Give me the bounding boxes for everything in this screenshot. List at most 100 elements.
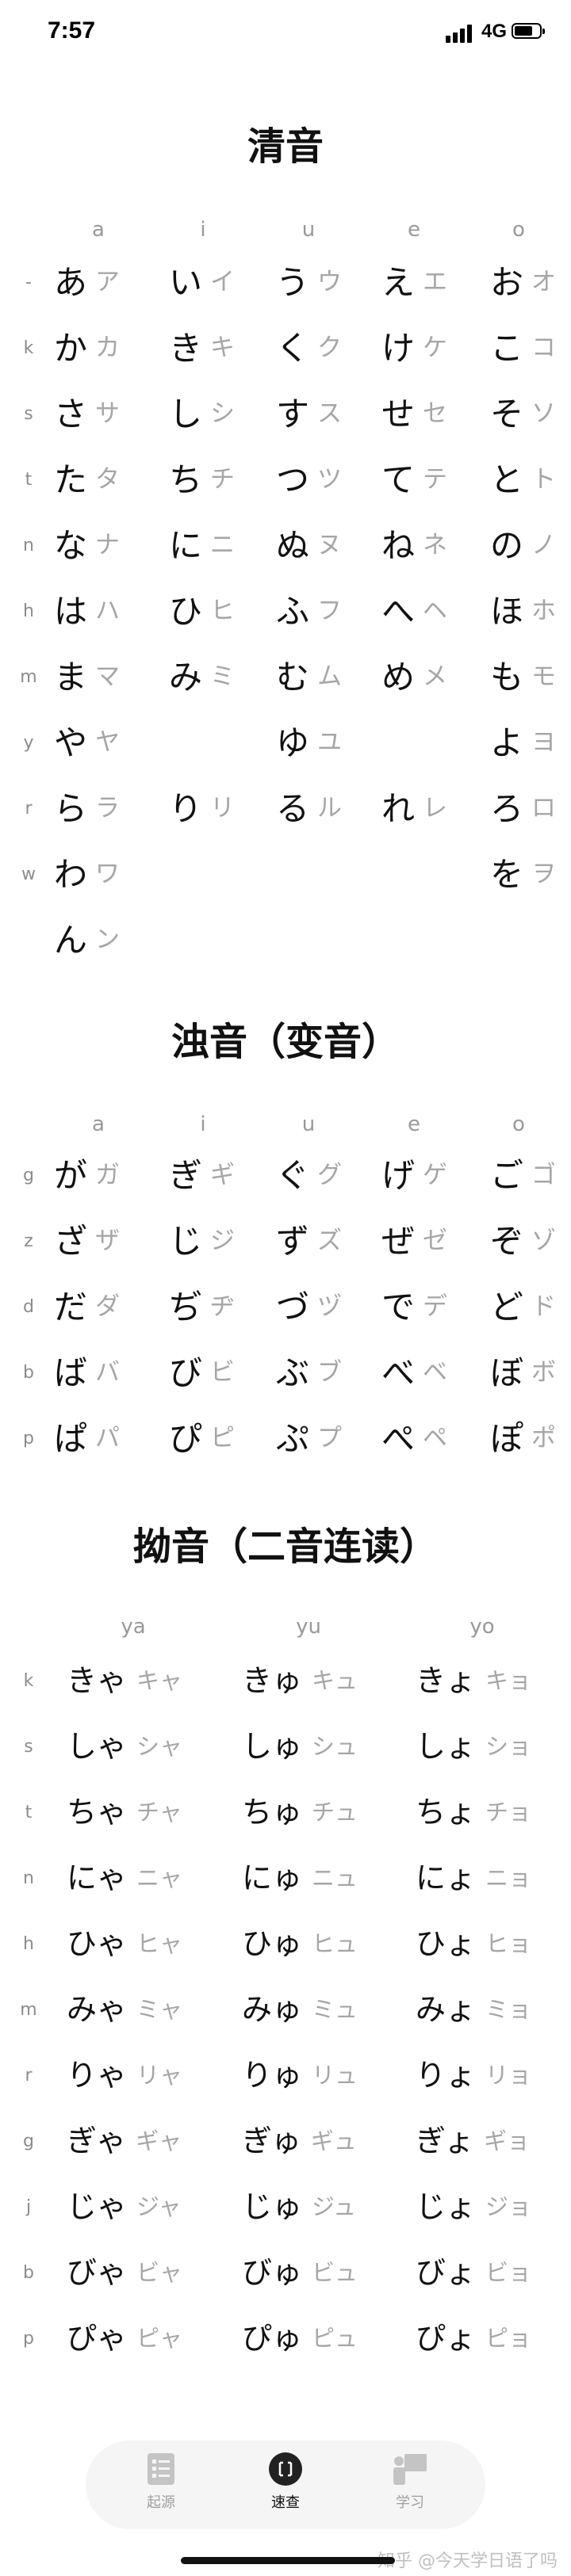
kana-cell[interactable]: ぴピ	[169, 1406, 235, 1471]
kana-cell[interactable]: めメ	[381, 644, 447, 710]
kana-cell[interactable]: びょ ビョ	[416, 2240, 531, 2306]
kana-cell[interactable]: ちゅ チュ	[242, 1780, 358, 1845]
kana-cell[interactable]: りリ	[169, 776, 235, 841]
kana-cell[interactable]: きゅ キュ	[242, 1648, 358, 1714]
kana-cell[interactable]: くク	[276, 315, 342, 381]
kana-cell[interactable]: そソ	[490, 381, 556, 447]
kana-cell[interactable]: にゃ ニャ	[67, 1845, 182, 1911]
kana-cell[interactable]: ちチ	[169, 447, 235, 513]
kana-cell[interactable]: あア	[54, 250, 120, 315]
kana-cell[interactable]: ねネ	[381, 513, 447, 578]
kana-cell[interactable]: ぜゼ	[381, 1208, 447, 1274]
kana-cell[interactable]: づヅ	[276, 1274, 342, 1340]
kana-cell[interactable]: べベ	[381, 1340, 447, 1406]
kana-cell[interactable]: きキ	[169, 315, 235, 381]
kana-cell[interactable]: まマ	[54, 644, 120, 710]
kana-cell[interactable]: けケ	[381, 315, 447, 381]
kana-cell[interactable]: ぽポ	[490, 1406, 556, 1471]
kana-cell[interactable]: ごゴ	[490, 1143, 556, 1208]
tab-origin[interactable]: 起源	[125, 2452, 197, 2523]
kana-cell[interactable]: ちゃ チャ	[67, 1780, 182, 1845]
kana-cell[interactable]: ゆユ	[276, 710, 342, 776]
kana-cell[interactable]: ひゅ ヒュ	[242, 1911, 358, 1977]
kana-cell[interactable]: みゅ ミュ	[242, 1977, 358, 2043]
kana-cell[interactable]: がガ	[54, 1143, 120, 1208]
kana-cell[interactable]: うウ	[276, 250, 342, 315]
kana-cell[interactable]: ぎゃ ギャ	[67, 2109, 182, 2174]
kana-cell[interactable]: りゃ リャ	[67, 2043, 182, 2109]
kana-cell[interactable]: ぎゅ ギュ	[242, 2109, 357, 2174]
kana-cell[interactable]: をヲ	[490, 841, 556, 907]
kana-cell[interactable]: じゅ ジュ	[242, 2174, 356, 2240]
kana-cell[interactable]: だダ	[54, 1274, 120, 1340]
kana-cell[interactable]: すス	[276, 381, 342, 447]
kana-cell[interactable]: こコ	[490, 315, 556, 381]
kana-cell[interactable]: よヨ	[490, 710, 556, 776]
kana-cell[interactable]: えエ	[381, 250, 447, 315]
kana-cell[interactable]: しょ ショ	[416, 1714, 531, 1780]
kana-cell[interactable]: るル	[276, 776, 342, 841]
kana-cell[interactable]: へヘ	[381, 578, 447, 644]
kana-cell[interactable]: きょ キョ	[416, 1648, 531, 1714]
kana-cell[interactable]: てテ	[381, 447, 447, 513]
kana-cell[interactable]: びビ	[169, 1340, 235, 1406]
kana-cell[interactable]: ばバ	[54, 1340, 120, 1406]
kana-cell[interactable]: ぢヂ	[169, 1274, 235, 1340]
kana-cell[interactable]: みゃ ミャ	[67, 1977, 182, 2043]
kana-cell[interactable]: じジ	[169, 1208, 235, 1274]
kana-cell[interactable]: にょ ニョ	[416, 1845, 531, 1911]
tab-study[interactable]: 学习	[374, 2452, 446, 2523]
kana-cell[interactable]: むム	[276, 644, 342, 710]
home-indicator[interactable]	[181, 2557, 395, 2564]
kana-cell[interactable]: ぐグ	[276, 1143, 342, 1208]
kana-cell[interactable]: じゃ ジャ	[67, 2174, 182, 2240]
kana-cell[interactable]: みミ	[169, 644, 235, 710]
kana-cell[interactable]: んン	[54, 907, 120, 973]
kana-cell[interactable]: りゅ リュ	[242, 2043, 358, 2109]
kana-cell[interactable]: ぴゃ ピャ	[67, 2306, 182, 2372]
kana-cell[interactable]: ほホ	[490, 578, 556, 644]
kana-cell[interactable]: ぼボ	[490, 1340, 556, 1406]
kana-cell[interactable]: どド	[490, 1274, 556, 1340]
kana-cell[interactable]: ぴゅ ピュ	[242, 2306, 358, 2372]
kana-cell[interactable]: ぷプ	[276, 1406, 342, 1471]
kana-cell[interactable]: さサ	[54, 381, 120, 447]
kana-cell[interactable]: ぎょ ギョ	[416, 2109, 530, 2174]
kana-cell[interactable]: れレ	[381, 776, 447, 841]
kana-cell[interactable]: らラ	[54, 776, 120, 841]
kana-cell[interactable]: きゃ キャ	[67, 1648, 182, 1714]
kana-cell[interactable]: しゃ シャ	[67, 1714, 182, 1780]
kana-cell[interactable]: ぱパ	[54, 1406, 120, 1471]
kana-cell[interactable]: なナ	[54, 513, 120, 578]
kana-cell[interactable]: つツ	[276, 447, 342, 513]
kana-cell[interactable]: びゅ ビュ	[242, 2240, 358, 2306]
kana-cell[interactable]: ざザ	[54, 1208, 120, 1274]
kana-cell[interactable]: ずズ	[276, 1208, 342, 1274]
kana-cell[interactable]: ぴょ ピョ	[416, 2306, 531, 2372]
kana-cell[interactable]: おオ	[490, 250, 556, 315]
kana-cell[interactable]: しシ	[169, 381, 235, 447]
kana-cell[interactable]: はハ	[54, 578, 120, 644]
kana-cell[interactable]: ぞゾ	[490, 1208, 556, 1274]
kana-cell[interactable]: わワ	[54, 841, 120, 907]
kana-cell[interactable]: ぶブ	[276, 1340, 342, 1406]
kana-cell[interactable]: やヤ	[54, 710, 120, 776]
kana-cell[interactable]: ちょ チョ	[416, 1780, 531, 1845]
kana-cell[interactable]: にニ	[169, 513, 235, 578]
kana-cell[interactable]: にゅ ニュ	[242, 1845, 358, 1911]
kana-cell[interactable]: げゲ	[381, 1143, 447, 1208]
kana-cell[interactable]: ふフ	[276, 578, 342, 644]
kana-cell[interactable]: もモ	[490, 644, 556, 710]
kana-cell[interactable]: しゅ シュ	[242, 1714, 358, 1780]
kana-cell[interactable]: いイ	[169, 250, 235, 315]
kana-cell[interactable]: ろロ	[490, 776, 556, 841]
kana-cell[interactable]: かカ	[54, 315, 120, 381]
kana-cell[interactable]: ひょ ヒョ	[416, 1911, 531, 1977]
kana-cell[interactable]: ひヒ	[169, 578, 235, 644]
kana-cell[interactable]: ぺペ	[381, 1406, 447, 1471]
tab-quick-lookup[interactable]: 速查	[250, 2452, 321, 2523]
kana-cell[interactable]: ぬヌ	[276, 513, 342, 578]
kana-cell[interactable]: びゃ ビャ	[67, 2240, 182, 2306]
kana-cell[interactable]: みょ ミョ	[416, 1977, 531, 2043]
kana-cell[interactable]: とト	[490, 447, 556, 513]
